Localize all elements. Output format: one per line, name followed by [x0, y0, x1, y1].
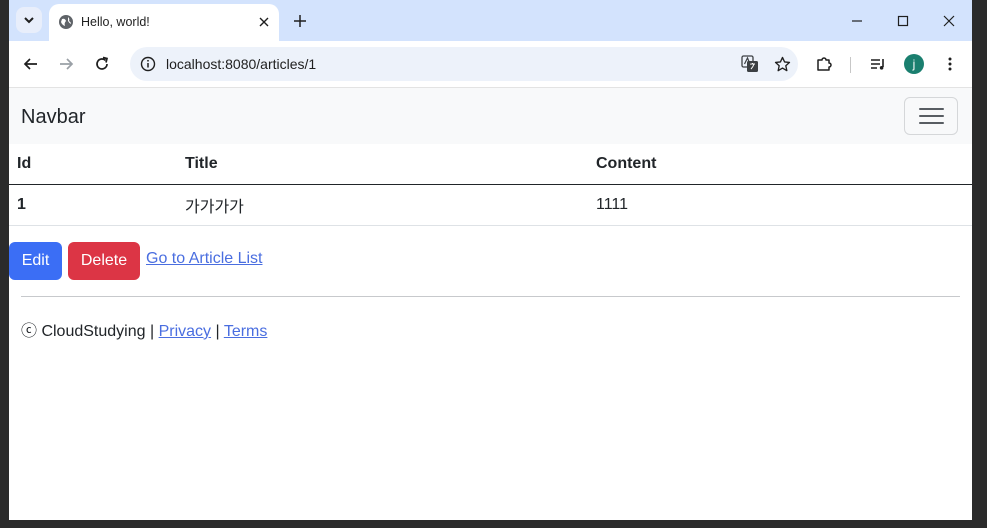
translate-button[interactable] [740, 54, 760, 74]
article-table: Id Title Content 1 가가가가 1111 [9, 144, 972, 226]
site-info-button[interactable] [138, 54, 158, 74]
navbar-toggler[interactable] [904, 97, 958, 135]
cell-id: 1 [9, 184, 177, 226]
extensions-button[interactable] [812, 52, 836, 76]
table-row: 1 가가가가 1111 [9, 184, 972, 226]
plus-icon [294, 15, 306, 27]
privacy-link[interactable]: Privacy [159, 323, 211, 340]
page-content: Navbar Id Title Content 1 가가가가 1111 Edit… [9, 88, 972, 520]
minimize-icon [852, 20, 862, 22]
info-icon [140, 56, 156, 72]
profile-avatar[interactable]: j [904, 54, 924, 74]
column-header-content: Content [588, 144, 972, 185]
minimize-button[interactable] [843, 8, 871, 34]
tab-close-button[interactable] [255, 13, 273, 31]
browser-menu-button[interactable] [938, 52, 962, 76]
star-icon [774, 56, 790, 71]
close-icon [259, 17, 269, 27]
browser-toolbar: localhost:8080/articles/1 j [9, 41, 972, 88]
translate-icon [741, 55, 758, 72]
hamburger-icon-bar [919, 115, 944, 117]
close-window-button[interactable] [935, 8, 963, 34]
address-bar[interactable]: localhost:8080/articles/1 [130, 47, 798, 81]
maximize-button[interactable] [889, 8, 917, 34]
navbar: Navbar [9, 88, 972, 144]
cell-title: 가가가가 [177, 184, 588, 226]
hamburger-icon-bar [919, 108, 944, 110]
maximize-icon [897, 15, 909, 27]
tab-title: Hello, world! [81, 15, 150, 29]
column-header-id: Id [9, 144, 177, 185]
arrow-left-icon [23, 58, 37, 70]
globe-icon [59, 15, 73, 29]
tab-strip: Hello, world! [9, 0, 972, 41]
active-tab[interactable]: Hello, world! [49, 4, 279, 41]
close-icon [943, 15, 955, 27]
navbar-brand[interactable]: Navbar [21, 106, 85, 129]
browser-window: Hello, world! localhost:8080/articles/1 … [9, 0, 972, 520]
chevron-down-icon [24, 17, 34, 24]
media-queue-icon [871, 59, 884, 70]
bookmark-button[interactable] [772, 54, 792, 74]
footer: ⓒ CloudStudying | Privacy | Terms [21, 317, 267, 341]
footer-copyright: ⓒ CloudStudying [21, 323, 146, 340]
more-vertical-icon [948, 57, 952, 71]
cell-content: 1111 [588, 184, 972, 226]
reload-icon [96, 56, 109, 70]
back-button[interactable] [19, 52, 43, 76]
hamburger-icon-bar [919, 122, 944, 124]
url-text: localhost:8080/articles/1 [166, 56, 317, 72]
footer-separator: | [149, 323, 155, 340]
reload-button[interactable] [90, 52, 114, 76]
delete-button[interactable]: Delete [68, 242, 140, 280]
arrow-right-icon [60, 58, 74, 70]
footer-separator: | [215, 323, 220, 340]
terms-link[interactable]: Terms [224, 323, 268, 340]
table-header-row: Id Title Content [9, 144, 972, 185]
puzzle-icon [817, 57, 832, 71]
tab-search-button[interactable] [16, 7, 42, 33]
new-tab-button[interactable] [290, 11, 310, 31]
column-header-title: Title [177, 144, 588, 185]
media-control-button[interactable] [866, 52, 890, 76]
edit-button[interactable]: Edit [9, 242, 62, 280]
toolbar-divider [850, 57, 851, 73]
article-list-link[interactable]: Go to Article List [146, 250, 263, 268]
footer-divider [21, 296, 960, 297]
forward-button[interactable] [54, 52, 78, 76]
